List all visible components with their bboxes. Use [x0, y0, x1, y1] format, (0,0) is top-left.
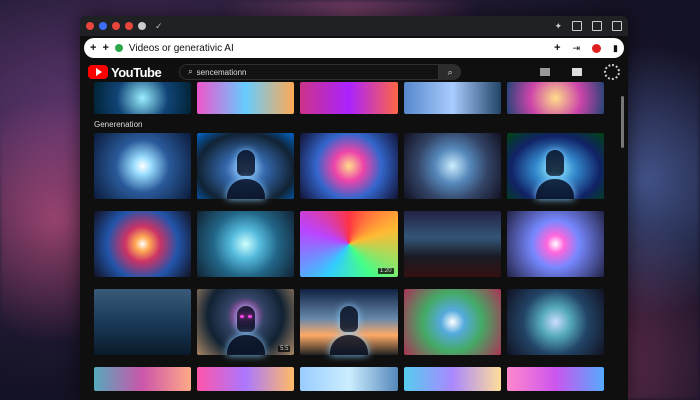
window-dot-1[interactable]	[86, 22, 94, 30]
add-tab-icon[interactable]: +	[554, 42, 560, 54]
window-square-icon-3[interactable]	[612, 21, 622, 31]
thumbnail-row-5	[94, 367, 605, 391]
youtube-header: YouTube ⌕ sencemationn ⌕	[80, 60, 628, 84]
video-thumbnail[interactable]: 1:20	[300, 211, 398, 277]
video-thumbnail[interactable]	[94, 82, 192, 114]
browser-window: ✓ ✦ + + Videos or generativic AI + ⇥ ▮ Y…	[80, 16, 628, 400]
check-icon: ✓	[155, 20, 163, 31]
secure-status-icon	[114, 44, 123, 52]
video-thumbnail[interactable]	[300, 289, 398, 355]
search-value: sencemationn	[196, 67, 247, 77]
plus-icon[interactable]: +	[90, 42, 96, 54]
settings-icon[interactable]	[604, 64, 620, 80]
thumbnail-row-4: 5:5	[94, 289, 605, 355]
profile-icon[interactable]	[592, 43, 602, 53]
section-title: Generenation	[94, 120, 143, 129]
tab-bar: ✓ ✦	[80, 16, 628, 36]
window-dot-4[interactable]	[125, 22, 133, 30]
apps-icon[interactable]	[572, 68, 582, 76]
scrollbar-thumb[interactable]	[621, 96, 624, 148]
video-thumbnail[interactable]	[506, 133, 605, 199]
video-thumbnail[interactable]	[94, 289, 192, 355]
window-square-icon[interactable]	[572, 21, 582, 31]
window-dot-5[interactable]	[138, 22, 146, 30]
video-thumbnail[interactable]	[94, 133, 192, 199]
ai-body-artwork	[536, 179, 575, 199]
video-thumbnail[interactable]	[197, 211, 295, 277]
star-icon[interactable]: ✦	[554, 21, 562, 32]
thumbnail-row-3: 1:20	[94, 211, 605, 277]
video-thumbnail[interactable]	[403, 82, 501, 114]
thumbnail-row-2	[94, 133, 605, 199]
search-input[interactable]: ⌕ sencemationn	[179, 64, 440, 80]
thumbnail-row-1	[94, 82, 605, 114]
create-icon[interactable]	[540, 68, 550, 76]
video-thumbnail[interactable]	[403, 289, 501, 355]
window-dot-2[interactable]	[99, 22, 107, 30]
ai-head-artwork	[236, 306, 255, 332]
video-thumbnail[interactable]	[197, 82, 295, 114]
ai-body-artwork	[330, 335, 368, 355]
window-square-icon-2[interactable]	[592, 21, 602, 31]
video-thumbnail[interactable]	[403, 133, 501, 199]
video-thumbnail[interactable]	[300, 133, 398, 199]
window-dot-3[interactable]	[112, 22, 120, 30]
video-thumbnail[interactable]	[506, 367, 605, 391]
plus-icon-2[interactable]: +	[102, 42, 108, 54]
url-text[interactable]: Videos or generativic AI	[129, 43, 234, 54]
video-thumbnail[interactable]	[94, 211, 192, 277]
ai-head-artwork	[236, 150, 255, 176]
video-thumbnail[interactable]	[506, 289, 605, 355]
duration-badge: 1:20	[377, 268, 394, 274]
ai-body-artwork	[226, 335, 265, 355]
video-thumbnail[interactable]: 5:5	[197, 289, 295, 355]
youtube-play-icon	[88, 65, 108, 79]
video-thumbnail[interactable]	[403, 211, 501, 277]
video-grid: Generenation 1:20 5:5	[80, 82, 618, 400]
video-thumbnail[interactable]	[506, 82, 605, 114]
video-thumbnail[interactable]	[403, 367, 501, 391]
video-thumbnail[interactable]	[197, 133, 295, 199]
ai-body-artwork	[226, 179, 265, 199]
youtube-logo[interactable]: YouTube	[88, 64, 162, 80]
extension-icon[interactable]: ⇥	[573, 43, 581, 54]
video-thumbnail[interactable]	[300, 82, 398, 114]
magnifier-icon: ⌕	[447, 66, 453, 77]
ai-head-artwork	[546, 150, 565, 176]
video-thumbnail[interactable]	[506, 211, 605, 277]
search-field-icon: ⌕	[188, 67, 193, 76]
youtube-logo-text: YouTube	[111, 64, 162, 80]
duration-badge: 5:5	[278, 346, 291, 352]
ai-head-artwork	[340, 306, 358, 332]
video-thumbnail[interactable]	[94, 367, 192, 391]
video-thumbnail[interactable]	[197, 367, 295, 391]
search-button[interactable]: ⌕	[439, 64, 462, 80]
address-bar[interactable]: + + Videos or generativic AI + ⇥ ▮	[84, 38, 624, 58]
video-thumbnail[interactable]	[300, 367, 398, 391]
menu-icon[interactable]: ▮	[613, 43, 618, 54]
